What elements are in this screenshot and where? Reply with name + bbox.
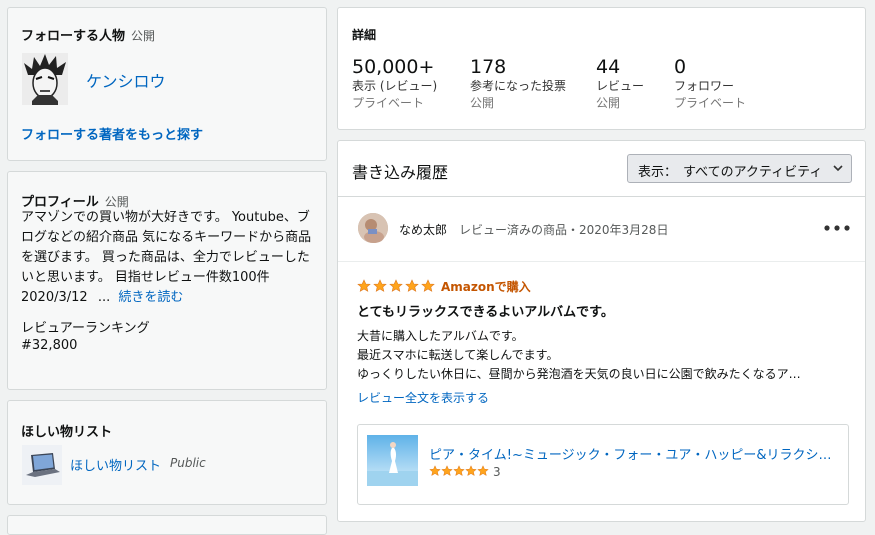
filter-label: 表示： すべてのアクティビティ <box>638 165 823 180</box>
stat-value: 0 <box>674 56 687 78</box>
bio-line: アマゾンでの買い物が大好きです。 Youtube、ブ <box>21 210 310 225</box>
review-body: 大昔に購入したアルバムです。 最近スマホに転送して楽しんでます。 ゆっくりしたい… <box>357 327 847 384</box>
reviewer-avatar[interactable] <box>358 213 388 243</box>
ranking-value: #32,800 <box>21 338 78 353</box>
stat-visibility: 公開 <box>596 96 621 110</box>
activity-card: 書き込み履歴 表示： すべてのアクティビティ なめ太郎 レビュー済みの商品・202… <box>337 140 866 522</box>
bio-line: ログなどの紹介商品 気になるキーワードから商品 <box>21 230 312 245</box>
product-star-rating <box>429 465 489 477</box>
stat-followers: 0 フォロワー プライベート <box>674 56 746 112</box>
wishlist-card: ほしい物リスト ほしい物リスト Public <box>7 400 327 505</box>
wishlist-link[interactable]: ほしい物リスト <box>70 455 161 474</box>
divider <box>338 196 865 197</box>
stat-visibility: プライベート <box>352 96 425 110</box>
followed-person-link[interactable]: ケンシロウ <box>86 68 166 92</box>
chevron-down-icon <box>833 165 843 172</box>
bio-date-row: 2020/3/12 ... 続きを読む <box>21 286 183 305</box>
following-card: フォローする人物 公開 ケンシロウ フォローする著者をもっと探す <box>7 7 327 161</box>
details-card: 詳細 50,000+ 表示 (レビュー) プライベート 178 参考になった投票… <box>337 7 866 130</box>
details-header: 詳細 <box>352 28 377 42</box>
product-rating-count[interactable]: 3 <box>493 465 501 479</box>
following-visibility: 公開 <box>131 29 156 43</box>
stat-label: 参考になった投票 <box>470 79 567 93</box>
stat-value: 44 <box>596 56 621 78</box>
bio-line: いと思います。 目指せレビュー件数100件 <box>21 270 270 285</box>
more-options-icon[interactable] <box>823 223 851 233</box>
review-line: 大昔に購入したアルバムです。 <box>357 329 524 343</box>
profile-bio: アマゾンでの買い物が大好きです。 Youtube、ブ ログなどの紹介商品 気にな… <box>21 208 317 288</box>
review-line: 最近スマホに転送して楽しんでます。 <box>357 348 559 362</box>
stat-views: 50,000+ 表示 (レビュー) プライベート <box>352 56 437 112</box>
stat-reviews: 44 レビュー 公開 <box>596 56 644 112</box>
review-meta: レビュー済みの商品・2020年3月28日 <box>459 223 669 237</box>
bio-date: 2020/3/12 <box>21 290 88 305</box>
stat-value: 50,000+ <box>352 56 435 78</box>
show-full-review-link[interactable]: レビュー全文を表示する <box>357 389 489 406</box>
stat-visibility: プライベート <box>674 96 747 110</box>
laptop-icon[interactable] <box>22 445 62 485</box>
bio-ellipsis: ... <box>97 290 111 305</box>
album-cover-image[interactable] <box>367 435 418 486</box>
reviewer-name[interactable]: なめ太郎 <box>399 221 447 238</box>
stat-label: レビュー <box>596 79 645 93</box>
review-star-rating <box>357 279 435 292</box>
stat-value: 178 <box>470 56 507 78</box>
product-title-link[interactable]: ピア・タイム!~ミュージック・フォー・ユア・ハッピー&リラクシ… <box>429 444 834 463</box>
activity-filter-dropdown[interactable]: 表示： すべてのアクティビティ <box>627 154 852 183</box>
kenshiro-avatar[interactable] <box>22 53 68 105</box>
verified-purchase-badge: Amazonで購入 <box>441 280 531 294</box>
next-card-partial <box>7 515 327 535</box>
read-more-link[interactable]: 続きを読む <box>118 290 183 305</box>
stat-visibility: 公開 <box>470 96 495 110</box>
bio-line: を選びます。 買った商品は、全力でレビューした <box>21 250 310 265</box>
activity-title: 書き込み履歴 <box>352 163 449 182</box>
review-title[interactable]: とてもリラックスできるよいアルバムです。 <box>357 301 614 320</box>
profile-card: プロフィール 公開 アマゾンでの買い物が大好きです。 Youtube、ブ ログなど… <box>7 171 327 390</box>
stat-label: フォロワー <box>674 79 735 93</box>
wishlist-visibility: Public <box>170 456 206 470</box>
following-header: フォローする人物 公開 <box>21 29 156 44</box>
stat-label: 表示 (レビュー) <box>352 79 438 93</box>
profile-visibility: 公開 <box>104 195 129 209</box>
wishlist-header: ほしい物リスト <box>21 425 113 440</box>
reviewed-product[interactable]: ピア・タイム!~ミュージック・フォー・ユア・ハッピー&リラクシ… 3 <box>357 424 849 505</box>
find-more-authors-link[interactable]: フォローする著者をもっと探す <box>21 124 203 143</box>
ranking-label: レビュアーランキング <box>21 321 150 336</box>
stat-helpful-votes: 178 参考になった投票 公開 <box>470 56 566 112</box>
review-line: ゆっくりしたい休日に、昼間から発泡酒を天気の良い日に公園で飲みたくなるア… <box>357 367 801 381</box>
divider <box>338 261 865 262</box>
